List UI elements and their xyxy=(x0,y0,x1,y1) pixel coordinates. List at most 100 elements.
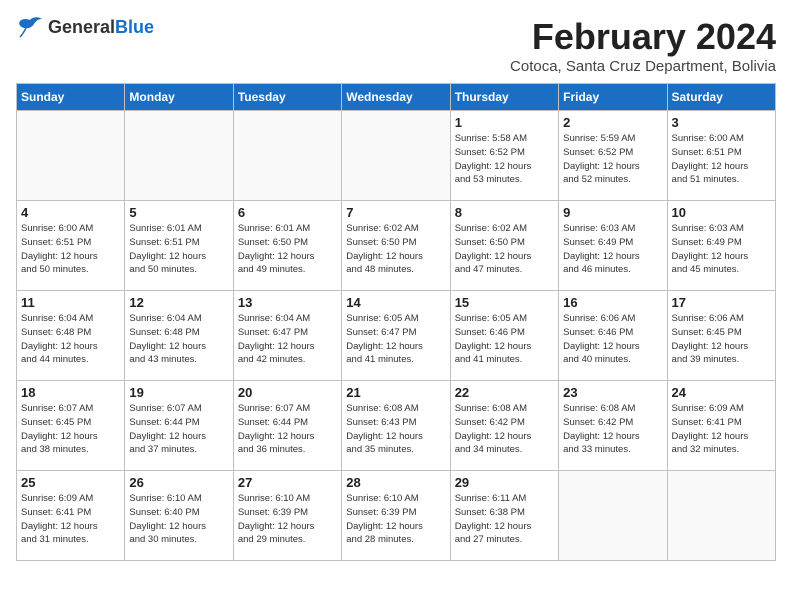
day-info: Sunrise: 6:00 AM Sunset: 6:51 PM Dayligh… xyxy=(21,222,120,277)
calendar-cell xyxy=(667,471,775,561)
day-number: 24 xyxy=(672,385,771,400)
calendar-week-row: 11 Sunrise: 6:04 AM Sunset: 6:48 PM Dayli… xyxy=(17,291,776,381)
day-info: Sunrise: 6:07 AM Sunset: 6:44 PM Dayligh… xyxy=(129,402,228,457)
day-number: 12 xyxy=(129,295,228,310)
calendar-cell: 6Sunrise: 6:01 AM Sunset: 6:50 PM Daylig… xyxy=(233,201,341,291)
calendar-table: SundayMondayTuesdayWednesdayThursdayFrid… xyxy=(16,83,776,561)
logo-general: General xyxy=(48,17,115,37)
day-number: 26 xyxy=(129,475,228,490)
day-of-week-header: Friday xyxy=(559,84,667,111)
day-number: 27 xyxy=(238,475,337,490)
calendar-cell: 20 Sunrise: 6:07 AM Sunset: 6:44 PM Dayli… xyxy=(233,381,341,471)
day-info: Sunrise: 6:01 AM Sunset: 6:50 PM Dayligh… xyxy=(238,222,337,277)
day-info: Sunrise: 6:07 AM Sunset: 6:44 PM Dayligh… xyxy=(238,402,337,457)
calendar-cell: 9 Sunrise: 6:03 AM Sunset: 6:49 PM Daylig… xyxy=(559,201,667,291)
day-info: Sunrise: 6:02 AM Sunset: 6:50 PM Dayligh… xyxy=(346,222,445,277)
calendar-week-row: 25 Sunrise: 6:09 AM Sunset: 6:41 PM Dayli… xyxy=(17,471,776,561)
location-title: Cotoca, Santa Cruz Department, Bolivia xyxy=(510,58,776,75)
calendar-cell: 26Sunrise: 6:10 AM Sunset: 6:40 PM Dayli… xyxy=(125,471,233,561)
day-number: 15 xyxy=(455,295,554,310)
day-info: Sunrise: 6:04 AM Sunset: 6:48 PM Dayligh… xyxy=(21,312,120,367)
logo-blue: Blue xyxy=(115,17,154,37)
calendar-cell xyxy=(559,471,667,561)
day-info: Sunrise: 6:03 AM Sunset: 6:49 PM Dayligh… xyxy=(563,222,662,277)
day-of-week-header: Saturday xyxy=(667,84,775,111)
calendar-week-row: 18Sunrise: 6:07 AM Sunset: 6:45 PM Dayli… xyxy=(17,381,776,471)
day-info: Sunrise: 6:06 AM Sunset: 6:45 PM Dayligh… xyxy=(672,312,771,367)
day-info: Sunrise: 6:08 AM Sunset: 6:42 PM Dayligh… xyxy=(455,402,554,457)
calendar-cell: 3Sunrise: 6:00 AM Sunset: 6:51 PM Daylig… xyxy=(667,111,775,201)
day-number: 21 xyxy=(346,385,445,400)
calendar-cell xyxy=(233,111,341,201)
day-info: Sunrise: 6:06 AM Sunset: 6:46 PM Dayligh… xyxy=(563,312,662,367)
day-info: Sunrise: 6:00 AM Sunset: 6:51 PM Dayligh… xyxy=(672,132,771,187)
month-title: February 2024 xyxy=(510,16,776,58)
header: GeneralBlue February 2024 Cotoca, Santa … xyxy=(16,16,776,75)
logo-bird-icon xyxy=(16,16,44,38)
day-info: Sunrise: 6:08 AM Sunset: 6:43 PM Dayligh… xyxy=(346,402,445,457)
calendar-cell: 19Sunrise: 6:07 AM Sunset: 6:44 PM Dayli… xyxy=(125,381,233,471)
day-number: 13 xyxy=(238,295,337,310)
logo-text: GeneralBlue xyxy=(48,17,154,38)
calendar-cell: 23Sunrise: 6:08 AM Sunset: 6:42 PM Dayli… xyxy=(559,381,667,471)
calendar-header-row: SundayMondayTuesdayWednesdayThursdayFrid… xyxy=(17,84,776,111)
day-number: 16 xyxy=(563,295,662,310)
day-of-week-header: Tuesday xyxy=(233,84,341,111)
calendar-cell: 22 Sunrise: 6:08 AM Sunset: 6:42 PM Dayli… xyxy=(450,381,558,471)
calendar-week-row: 4 Sunrise: 6:00 AM Sunset: 6:51 PM Daylig… xyxy=(17,201,776,291)
logo: GeneralBlue xyxy=(16,16,154,38)
calendar-week-row: 1Sunrise: 5:58 AM Sunset: 6:52 PM Daylig… xyxy=(17,111,776,201)
calendar-cell xyxy=(125,111,233,201)
day-number: 22 xyxy=(455,385,554,400)
calendar-cell: 10Sunrise: 6:03 AM Sunset: 6:49 PM Dayli… xyxy=(667,201,775,291)
day-number: 29 xyxy=(455,475,554,490)
day-number: 23 xyxy=(563,385,662,400)
calendar-cell: 27 Sunrise: 6:10 AM Sunset: 6:39 PM Dayli… xyxy=(233,471,341,561)
day-number: 20 xyxy=(238,385,337,400)
day-info: Sunrise: 6:01 AM Sunset: 6:51 PM Dayligh… xyxy=(129,222,228,277)
day-info: Sunrise: 6:09 AM Sunset: 6:41 PM Dayligh… xyxy=(672,402,771,457)
calendar-cell: 2 Sunrise: 5:59 AM Sunset: 6:52 PM Daylig… xyxy=(559,111,667,201)
day-number: 2 xyxy=(563,115,662,130)
day-number: 14 xyxy=(346,295,445,310)
calendar-cell: 16 Sunrise: 6:06 AM Sunset: 6:46 PM Dayli… xyxy=(559,291,667,381)
day-info: Sunrise: 6:04 AM Sunset: 6:48 PM Dayligh… xyxy=(129,312,228,367)
calendar-cell xyxy=(342,111,450,201)
day-info: Sunrise: 6:07 AM Sunset: 6:45 PM Dayligh… xyxy=(21,402,120,457)
title-area: February 2024 Cotoca, Santa Cruz Departm… xyxy=(510,16,776,75)
day-number: 17 xyxy=(672,295,771,310)
calendar-cell: 29 Sunrise: 6:11 AM Sunset: 6:38 PM Dayli… xyxy=(450,471,558,561)
day-number: 9 xyxy=(563,205,662,220)
day-info: Sunrise: 6:05 AM Sunset: 6:47 PM Dayligh… xyxy=(346,312,445,367)
day-info: Sunrise: 6:10 AM Sunset: 6:39 PM Dayligh… xyxy=(346,492,445,547)
day-number: 7 xyxy=(346,205,445,220)
day-number: 8 xyxy=(455,205,554,220)
calendar-cell: 11 Sunrise: 6:04 AM Sunset: 6:48 PM Dayli… xyxy=(17,291,125,381)
calendar-cell: 12 Sunrise: 6:04 AM Sunset: 6:48 PM Dayli… xyxy=(125,291,233,381)
calendar-cell: 24 Sunrise: 6:09 AM Sunset: 6:41 PM Dayli… xyxy=(667,381,775,471)
day-number: 11 xyxy=(21,295,120,310)
calendar-cell: 5Sunrise: 6:01 AM Sunset: 6:51 PM Daylig… xyxy=(125,201,233,291)
calendar-cell: 28 Sunrise: 6:10 AM Sunset: 6:39 PM Dayli… xyxy=(342,471,450,561)
day-info: Sunrise: 6:11 AM Sunset: 6:38 PM Dayligh… xyxy=(455,492,554,547)
calendar-cell: 7 Sunrise: 6:02 AM Sunset: 6:50 PM Daylig… xyxy=(342,201,450,291)
day-number: 25 xyxy=(21,475,120,490)
day-of-week-header: Thursday xyxy=(450,84,558,111)
calendar-cell: 18Sunrise: 6:07 AM Sunset: 6:45 PM Dayli… xyxy=(17,381,125,471)
day-of-week-header: Monday xyxy=(125,84,233,111)
day-info: Sunrise: 6:05 AM Sunset: 6:46 PM Dayligh… xyxy=(455,312,554,367)
calendar-cell: 21 Sunrise: 6:08 AM Sunset: 6:43 PM Dayli… xyxy=(342,381,450,471)
day-number: 4 xyxy=(21,205,120,220)
day-number: 28 xyxy=(346,475,445,490)
calendar-cell: 4 Sunrise: 6:00 AM Sunset: 6:51 PM Daylig… xyxy=(17,201,125,291)
day-of-week-header: Sunday xyxy=(17,84,125,111)
calendar-cell xyxy=(17,111,125,201)
calendar-cell: 14 Sunrise: 6:05 AM Sunset: 6:47 PM Dayli… xyxy=(342,291,450,381)
day-info: Sunrise: 6:09 AM Sunset: 6:41 PM Dayligh… xyxy=(21,492,120,547)
day-info: Sunrise: 6:10 AM Sunset: 6:39 PM Dayligh… xyxy=(238,492,337,547)
day-of-week-header: Wednesday xyxy=(342,84,450,111)
day-info: Sunrise: 6:02 AM Sunset: 6:50 PM Dayligh… xyxy=(455,222,554,277)
day-info: Sunrise: 5:59 AM Sunset: 6:52 PM Dayligh… xyxy=(563,132,662,187)
calendar-cell: 1Sunrise: 5:58 AM Sunset: 6:52 PM Daylig… xyxy=(450,111,558,201)
day-info: Sunrise: 5:58 AM Sunset: 6:52 PM Dayligh… xyxy=(455,132,554,187)
